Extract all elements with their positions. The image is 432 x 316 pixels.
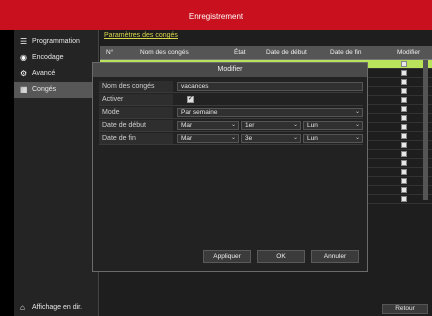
column-header-start: Date de début: [266, 49, 307, 56]
end-week-select[interactable]: 3e ⌄: [241, 134, 301, 143]
column-header-end: Date de fin: [330, 49, 362, 56]
end-month-value: Mar: [181, 135, 193, 142]
chevron-down-icon: ⌄: [354, 109, 360, 115]
record-icon: ◉: [20, 53, 27, 62]
apply-button[interactable]: Appliquer: [203, 250, 251, 263]
sidebar-item-programmation[interactable]: ☰ Programmation: [14, 34, 99, 50]
scrollbar[interactable]: [423, 60, 428, 200]
start-date-label: Date de début: [99, 120, 173, 131]
mode-select[interactable]: Par semaine ⌄: [177, 108, 363, 117]
edit-icon[interactable]: [401, 70, 407, 76]
edit-icon[interactable]: [401, 151, 407, 157]
edit-icon[interactable]: [401, 88, 407, 94]
edit-icon[interactable]: [401, 106, 407, 112]
gear-icon: ⚙: [20, 69, 28, 78]
mode-value: Par semaine: [181, 109, 218, 116]
name-label: Nom des congés: [99, 81, 173, 92]
end-day-select[interactable]: Lun ⌄: [303, 134, 363, 143]
name-input[interactable]: vacances: [177, 82, 363, 91]
sidebar: ☰ Programmation ◉ Encodage ⚙ Avancé ▦ Co…: [14, 30, 99, 316]
column-header-edit: Modifier: [397, 49, 421, 56]
start-week-value: 1er: [245, 122, 255, 129]
edit-icon[interactable]: [401, 124, 407, 130]
title-bar: Enregistrement: [0, 0, 432, 30]
window-title: Enregistrement: [188, 12, 244, 21]
start-month-value: Mar: [181, 122, 193, 129]
mode-label: Mode: [99, 107, 173, 118]
mode-row: Mode Par semaine ⌄: [99, 107, 363, 119]
chevron-down-icon: ⌄: [292, 122, 298, 128]
edit-icon[interactable]: [401, 160, 407, 166]
column-header-number: N°: [106, 49, 114, 56]
end-date-row: Date de fin Mar ⌄ 3e ⌄ Lun ⌄: [99, 133, 363, 145]
edit-icon[interactable]: [401, 142, 407, 148]
enable-row: Activer ✓: [99, 94, 363, 106]
ok-button[interactable]: OK: [257, 250, 305, 263]
live-view-button[interactable]: ⌂ Affichage en dir.: [14, 300, 99, 316]
end-week-value: 3e: [245, 135, 253, 142]
edit-icon[interactable]: [401, 187, 407, 193]
start-month-select[interactable]: Mar ⌄: [177, 121, 239, 130]
chevron-down-icon: ⌄: [230, 135, 236, 141]
end-month-select[interactable]: Mar ⌄: [177, 134, 239, 143]
tab-holiday-settings[interactable]: Paramètres des congés: [104, 32, 178, 39]
edit-icon[interactable]: [401, 169, 407, 175]
chevron-down-icon: ⌄: [354, 135, 360, 141]
edit-icon[interactable]: [401, 61, 407, 67]
enable-label: Activer: [99, 94, 173, 105]
sidebar-item-label: Avancé: [32, 70, 56, 77]
start-day-select[interactable]: Lun ⌄: [303, 121, 363, 130]
chevron-down-icon: ⌄: [292, 135, 298, 141]
edit-icon[interactable]: [401, 178, 407, 184]
start-week-select[interactable]: 1er ⌄: [241, 121, 301, 130]
table-header: N° Nom des congés État Date de début Dat…: [100, 46, 432, 60]
end-day-value: Lun: [307, 135, 318, 142]
calendar-icon: ▦: [20, 85, 28, 94]
cancel-button[interactable]: Annuler: [311, 250, 359, 263]
sidebar-item-label: Encodage: [32, 54, 64, 61]
chevron-down-icon: ⌄: [230, 122, 236, 128]
end-date-label: Date de fin: [99, 133, 173, 144]
chevron-down-icon: ⌄: [354, 122, 360, 128]
enable-checkbox[interactable]: ✓: [187, 96, 194, 103]
sidebar-item-label: Programmation: [32, 38, 80, 45]
sidebar-item-label: Congés: [32, 86, 57, 93]
edit-icon[interactable]: [401, 97, 407, 103]
edit-icon[interactable]: [401, 133, 407, 139]
column-header-name: Nom des congés: [140, 49, 189, 56]
live-view-label: Affichage en dir.: [32, 304, 83, 311]
name-row: Nom des congés vacances: [99, 81, 363, 93]
column-header-state: État: [234, 49, 246, 56]
edit-icon[interactable]: [401, 115, 407, 121]
edit-icon[interactable]: [401, 196, 407, 202]
edit-dialog: Modifier Nom des congés vacances Activer…: [92, 62, 368, 272]
start-day-value: Lun: [307, 122, 318, 129]
dialog-title: Modifier: [93, 63, 367, 77]
edit-icon[interactable]: [401, 79, 407, 85]
home-icon: ⌂: [20, 303, 25, 312]
sidebar-item-conges[interactable]: ▦ Congés: [14, 82, 99, 98]
list-icon: ☰: [20, 37, 28, 46]
start-date-row: Date de début Mar ⌄ 1er ⌄ Lun ⌄: [99, 120, 363, 132]
return-button[interactable]: Retour: [382, 304, 428, 314]
sidebar-item-encodage[interactable]: ◉ Encodage: [14, 50, 99, 66]
sidebar-item-avance[interactable]: ⚙ Avancé: [14, 66, 99, 82]
